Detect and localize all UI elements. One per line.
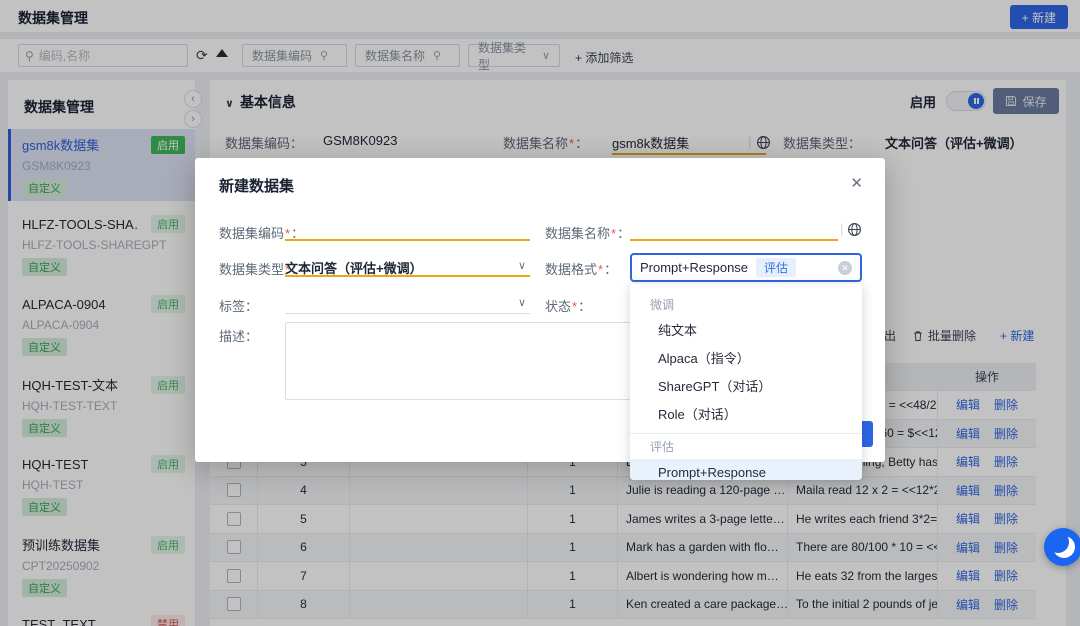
modal-label-status: 状态*： — [545, 299, 592, 314]
dropdown-option[interactable]: Alpaca（指令） — [630, 345, 862, 373]
required-asterisk: * — [598, 262, 604, 277]
clear-icon[interactable]: ✕ — [838, 260, 852, 275]
assistant-logo-icon — [1047, 531, 1075, 558]
modal-label-name: 数据集名称*： — [545, 226, 631, 241]
format-value: Prompt+Response — [640, 260, 749, 275]
dropdown-option[interactable]: Role（对话） — [630, 401, 862, 429]
globe-icon[interactable] — [847, 222, 862, 237]
modal-label-tags: 标签： — [219, 299, 259, 314]
required-asterisk: * — [611, 226, 617, 241]
dropdown-option[interactable]: ShareGPT（对话） — [630, 373, 862, 401]
modal-code-input[interactable] — [285, 221, 530, 241]
chevron-down-icon: ∨ — [517, 260, 526, 272]
dropdown-group-label: 微调 — [650, 298, 675, 312]
modal-name-input[interactable] — [630, 221, 838, 241]
format-tag: 评估 — [756, 258, 797, 277]
modal-tags-select[interactable]: ∨ — [285, 294, 530, 314]
modal-title: 新建数据集 — [219, 178, 295, 195]
required-asterisk: * — [572, 299, 578, 314]
field-separator: | — [840, 221, 844, 236]
modal-label-format: 数据格式*： — [545, 262, 618, 277]
dropdown-option[interactable]: 纯文本 — [630, 317, 862, 345]
format-dropdown: 微调纯文本 Alpaca（指令） ShareGPT（对话） Role（对话） 评估 Pro… — [630, 284, 862, 480]
modal-type-value: 文本问答（评估+微调） — [285, 261, 423, 276]
dropdown-group-label: 评估 — [650, 440, 675, 454]
dropdown-option[interactable]: Prompt+Response — [630, 459, 862, 480]
modal-type-select[interactable]: 文本问答（评估+微调） ∨ — [285, 257, 530, 277]
floating-assistant-button[interactable] — [1044, 528, 1080, 566]
modal-label-desc: 描述： — [219, 329, 259, 344]
close-icon[interactable]: ✕ — [850, 174, 863, 192]
modal-format-select[interactable]: Prompt+Response 评估 ✕ — [630, 253, 862, 282]
chevron-down-icon: ∨ — [517, 297, 526, 309]
